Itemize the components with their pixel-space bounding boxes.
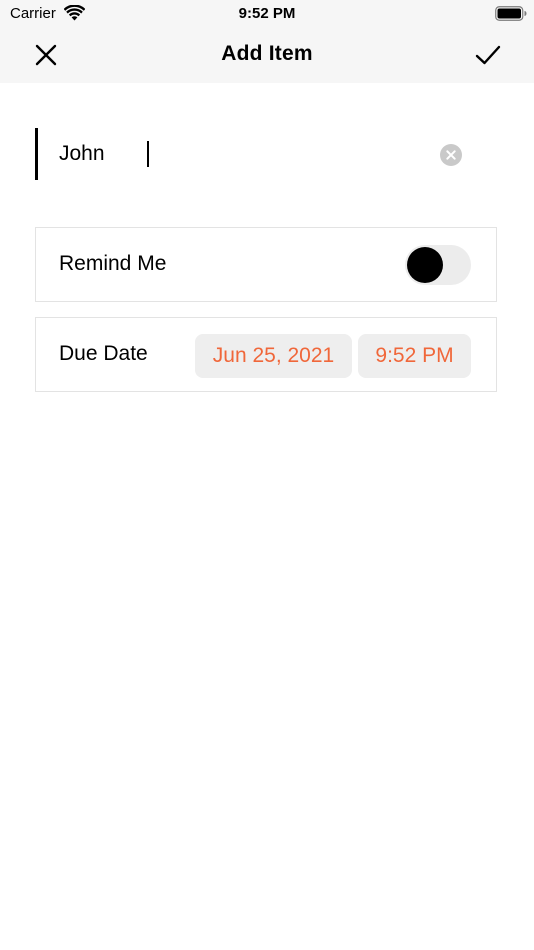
date-picker-button[interactable]: Jun 25, 2021	[195, 334, 352, 378]
page-title: Add Item	[221, 42, 313, 65]
text-cursor	[147, 141, 149, 167]
due-date-label: Due Date	[59, 342, 148, 365]
status-time: 9:52 PM	[238, 5, 296, 22]
remind-me-toggle[interactable]	[405, 245, 471, 285]
field-accent-bar	[35, 128, 38, 180]
remind-me-label: Remind Me	[59, 252, 167, 275]
due-date-row: Due Date Jun 25, 2021 9:52 PM	[35, 317, 497, 392]
item-name-field[interactable]	[35, 128, 465, 180]
add-item-screen: Carrier 9:52 PM Add Item John Remind Me …	[0, 0, 534, 950]
time-picker-button[interactable]: 9:52 PM	[358, 334, 471, 378]
remind-me-row: Remind Me	[35, 227, 497, 302]
battery-icon	[495, 6, 527, 21]
toggle-knob	[407, 247, 443, 283]
status-bar: Carrier 9:52 PM	[0, 0, 534, 28]
checkmark-icon[interactable]	[474, 42, 502, 68]
clear-circle-icon[interactable]	[440, 144, 462, 166]
top-bar: Carrier 9:52 PM Add Item	[0, 0, 534, 83]
item-name-input[interactable]	[59, 140, 429, 168]
navigation-bar: Add Item	[0, 28, 534, 83]
